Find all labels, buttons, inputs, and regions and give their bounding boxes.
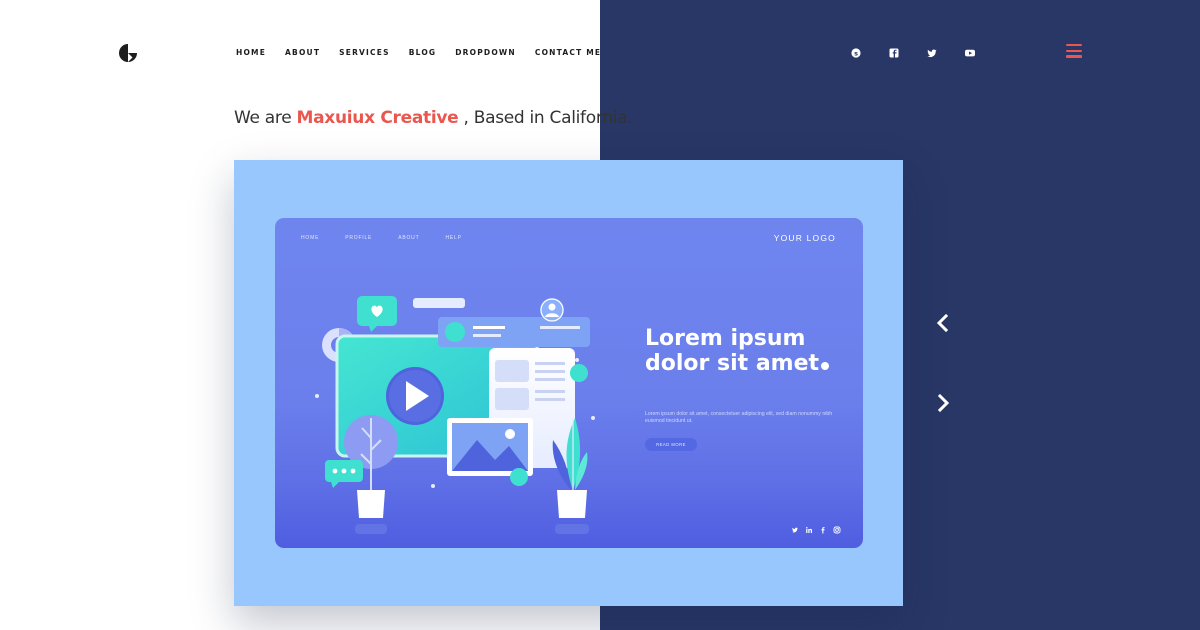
nav-blog[interactable]: BLOG <box>409 48 437 58</box>
mockup-nav-help: HELP <box>445 235 462 241</box>
tagline-prefix: We are <box>234 108 292 128</box>
chevron-left-icon[interactable] <box>933 313 953 333</box>
hero-illustration <box>315 296 595 534</box>
facebook-icon[interactable] <box>887 46 901 60</box>
tagline: We are Maxuiux Creative , Based in Calif… <box>234 108 633 128</box>
youtube-icon[interactable] <box>963 46 977 60</box>
mockup-nav-profile: PROFILE <box>345 235 373 241</box>
showcase-card: HOME PROFILE ABOUT HELP YOUR LOGO Lorem … <box>234 160 903 606</box>
mockup-nav: HOME PROFILE ABOUT HELP <box>301 235 488 241</box>
chevron-right-icon[interactable] <box>933 393 953 413</box>
mockup-social <box>785 521 841 534</box>
nav-about[interactable]: ABOUT <box>285 48 320 58</box>
facebook-icon <box>819 521 827 534</box>
linkedin-icon <box>805 521 813 533</box>
main-nav: HOME ABOUT SERVICES BLOG DROPDOWN CONTAC… <box>236 48 620 58</box>
twitter-icon <box>791 521 799 533</box>
logo-icon[interactable] <box>119 44 137 62</box>
nav-home[interactable]: HOME <box>236 48 266 58</box>
mockup-nav-home: HOME <box>301 235 320 241</box>
instagram-icon <box>833 521 841 534</box>
landing-mockup: HOME PROFILE ABOUT HELP YOUR LOGO Lorem … <box>275 218 863 548</box>
nav-contact[interactable]: CONTACT ME <box>535 48 601 58</box>
mockup-hero-title-text: Lorem ipsum dolor sit amet <box>645 326 820 376</box>
mockup-read-more-button: READ MORE <box>645 438 697 451</box>
mockup-logo: YOUR LOGO <box>773 233 836 243</box>
skype-icon[interactable]: s <box>849 46 863 60</box>
mockup-nav-about: ABOUT <box>398 235 420 241</box>
svg-text:s: s <box>854 49 858 57</box>
twitter-icon[interactable] <box>925 46 939 60</box>
menu-icon[interactable] <box>1066 44 1082 58</box>
nav-services[interactable]: SERVICES <box>339 48 390 58</box>
nav-dropdown[interactable]: DROPDOWN <box>455 48 516 58</box>
brand-name: Maxuiux Creative <box>296 108 459 128</box>
title-dot-icon <box>821 362 830 370</box>
tagline-suffix: , Based in California. <box>463 108 633 128</box>
mockup-hero-text: Lorem ipsum dolor sit amet, consectetuer… <box>645 411 833 424</box>
social-links: s <box>849 46 1001 60</box>
mockup-hero-title: Lorem ipsum dolor sit amet <box>645 326 845 376</box>
